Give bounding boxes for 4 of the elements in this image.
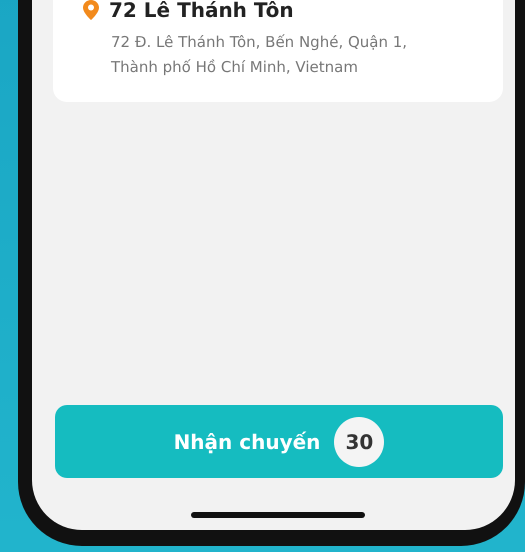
- place-title: 72 Lê Thánh Tôn: [109, 0, 294, 22]
- full-address: 72 Đ. Lê Thánh Tôn, Bến Nghé, Quận 1, Thành phố Hồ Chí Minh, Vietnam: [111, 32, 408, 78]
- accept-ride-button[interactable]: Nhận chuyến 30: [55, 405, 503, 478]
- count-badge: 30: [334, 416, 384, 466]
